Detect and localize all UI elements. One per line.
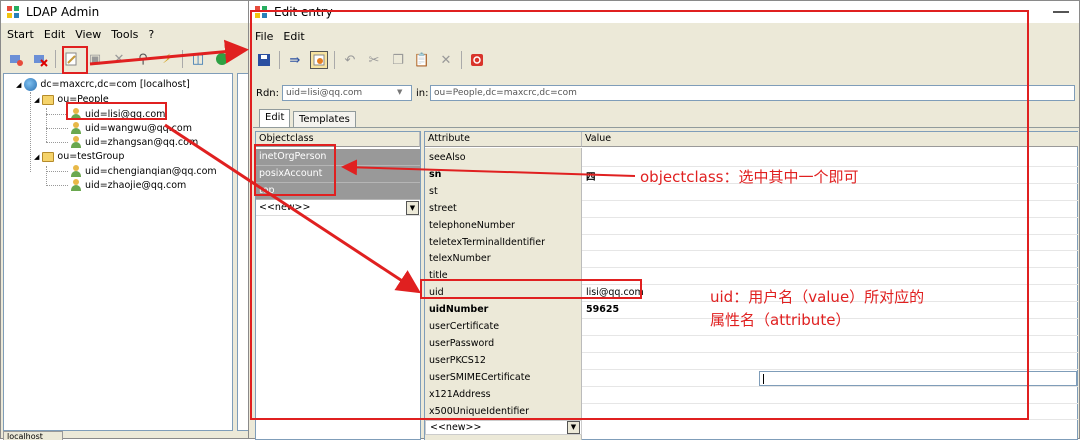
user-icon: [70, 136, 82, 148]
attribute-new-label: <<new>>: [430, 422, 482, 433]
ldap-admin-titlebar: LDAP Admin: [1, 1, 251, 23]
collapse-icon[interactable]: ◢: [34, 153, 39, 161]
tree-entry-chengianqian[interactable]: uid=chengianqian@qq.com: [70, 165, 217, 177]
go-icon[interactable]: [213, 50, 231, 68]
menu-start[interactable]: Start: [7, 28, 34, 41]
uid-annotation-line1: uid：用户名（value）所对应的: [710, 288, 925, 306]
properties-icon[interactable]: ▣: [86, 50, 104, 68]
tree-entry-label: uid=zhangsan@qq.com: [85, 136, 199, 148]
tree-entry-zhaojie[interactable]: uid=zhaojie@qq.com: [70, 179, 186, 191]
user-icon: [70, 179, 82, 191]
tree-root[interactable]: ◢ dc=maxcrc,dc=com [localhost]: [16, 78, 190, 91]
collapse-icon[interactable]: ◢: [16, 81, 21, 89]
menu-help[interactable]: ?: [148, 28, 154, 41]
search-icon[interactable]: ⚲: [134, 50, 152, 68]
ldap-admin-window: LDAP Admin Start Edit View Tools ? ▣ ✕ ⚲…: [0, 0, 252, 441]
tree-ou-label: ou=testGroup: [57, 151, 125, 162]
user-icon: [70, 165, 82, 177]
objectclass-annotation: objectclass：选中其中一个即可: [640, 168, 859, 186]
tree-entry-label: uid=wangwu@qq.com: [85, 122, 192, 134]
disconnect-icon[interactable]: [31, 50, 49, 68]
menu-tools[interactable]: Tools: [111, 28, 138, 41]
highlight-uid-row: [420, 279, 642, 299]
user-icon: [70, 122, 82, 134]
toolbar-separator: [182, 50, 183, 68]
tree-guide: [46, 166, 47, 186]
server-globe-icon: [24, 78, 38, 91]
window-title: LDAP Admin: [26, 5, 100, 19]
tree-guide: [46, 142, 68, 143]
menu-edit[interactable]: Edit: [44, 28, 65, 41]
chevron-down-icon[interactable]: ▼: [567, 421, 580, 434]
status-text: localhost: [7, 432, 43, 441]
highlight-objectclasses: [254, 144, 336, 196]
uid-annotation-line2: 属性名（attribute）: [710, 311, 851, 329]
highlight-lisi-entry: [66, 102, 167, 120]
tree-root-label: dc=maxcrc,dc=com [localhost]: [40, 79, 190, 90]
highlight-edit-window: [250, 10, 1029, 420]
folder-icon: [42, 151, 55, 162]
refresh-icon[interactable]: ⚡: [158, 50, 176, 68]
minimize-icon[interactable]: [1053, 5, 1069, 13]
menu-view[interactable]: View: [75, 28, 101, 41]
tree-guide: [46, 171, 68, 172]
collapse-icon[interactable]: ◢: [34, 96, 39, 104]
attribute-new-select[interactable]: <<new>> ▼: [425, 420, 582, 435]
tree-guide: [30, 92, 31, 172]
folder-icon: [42, 94, 55, 105]
schema-icon[interactable]: ◫: [189, 50, 207, 68]
tree-entry-wangwu[interactable]: uid=wangwu@qq.com: [70, 122, 192, 134]
toolbar-separator: [55, 50, 56, 68]
ldap-admin-toolbar: ▣ ✕ ⚲ ⚡ ◫: [1, 47, 251, 71]
delete-icon[interactable]: ✕: [110, 50, 128, 68]
tree-guide: [46, 114, 68, 115]
tree-guide: [46, 128, 68, 129]
ldap-admin-menubar: Start Edit View Tools ?: [1, 25, 251, 43]
tree-entry-label: uid=chengianqian@qq.com: [85, 165, 217, 177]
tree-ou-testgroup[interactable]: ◢ ou=testGroup: [34, 151, 124, 162]
directory-tree: ◢ dc=maxcrc,dc=com [localhost] ◢ ou=Peop…: [3, 73, 233, 431]
tree-guide: [46, 185, 68, 186]
tree-entry-label: uid=zhaojie@qq.com: [85, 179, 187, 191]
highlight-edit-button: [62, 46, 88, 74]
connect-icon[interactable]: [7, 50, 25, 68]
ldap-admin-app-icon: [6, 5, 20, 19]
tree-entry-zhangsan[interactable]: uid=zhangsan@qq.com: [70, 136, 198, 148]
